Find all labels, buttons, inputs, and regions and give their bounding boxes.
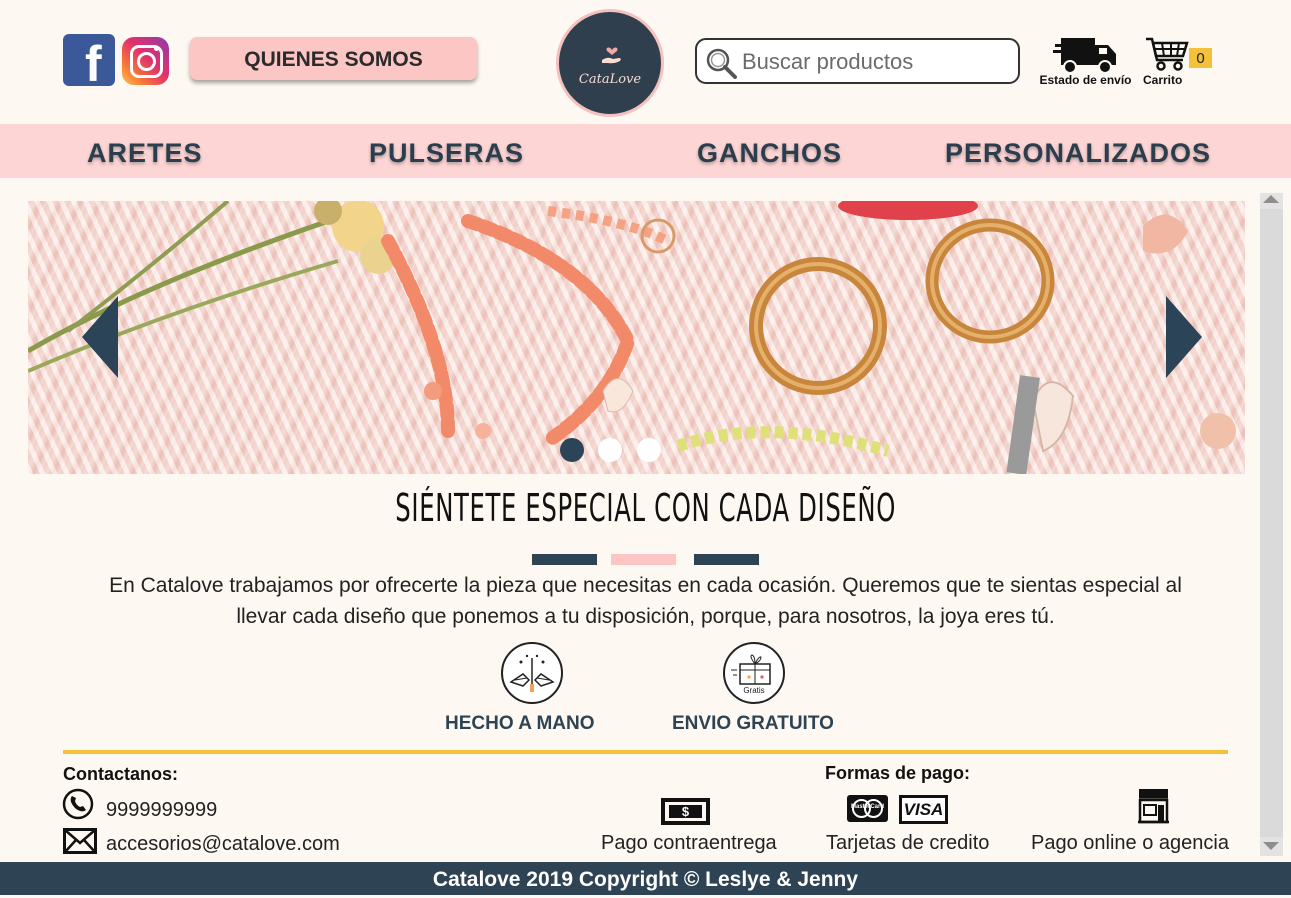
- handmade-icon: [501, 642, 563, 704]
- payment-cash-label: Pago contraentrega: [601, 832, 777, 854]
- cart-count-badge: 0: [1189, 48, 1212, 68]
- search-icon: [706, 48, 737, 79]
- instagram-icon[interactable]: [122, 37, 169, 85]
- free-shipping-icon-text: Gratis: [743, 686, 765, 695]
- nav-item-personalizados[interactable]: PERSONALIZADOS: [945, 138, 1211, 169]
- feature-label-free-shipping: ENVIO GRATUITO: [672, 713, 834, 734]
- divider-bar: [694, 554, 759, 565]
- logo-text: CataLove: [578, 72, 642, 87]
- heart-hand-icon: [602, 47, 621, 64]
- hero-slider: [28, 201, 1245, 474]
- payment-title: Formas de pago:: [825, 763, 971, 783]
- cash-icon: $: [661, 798, 710, 825]
- slider-prev-arrow[interactable]: [82, 296, 118, 378]
- scroll-down-arrow[interactable]: [1263, 842, 1279, 850]
- slider-next-arrow[interactable]: [1166, 296, 1202, 378]
- mastercard-icon: MasterCard: [847, 795, 888, 822]
- email-icon: [63, 828, 97, 854]
- facebook-icon[interactable]: f: [63, 34, 115, 90]
- logo[interactable]: CataLove: [556, 9, 664, 117]
- headline: SIÉNTETE ESPECIAL CON CADA DISEÑO: [395, 486, 897, 530]
- payment-online-label: Pago online o agencia: [1031, 832, 1229, 854]
- divider-bar: [532, 554, 597, 565]
- search-box[interactable]: [695, 38, 1020, 84]
- visa-icon: VISA: [899, 795, 948, 824]
- divider-bar: [611, 554, 676, 565]
- nav-item-aretes[interactable]: ARETES: [87, 138, 203, 169]
- description-line-2: llevar cada diseño que ponemos a tu disp…: [236, 605, 1055, 628]
- feature-label-handmade: HECHO A MANO: [445, 713, 595, 734]
- scrollbar-thumb[interactable]: [1260, 209, 1283, 837]
- slider-dot-2[interactable]: [598, 438, 622, 462]
- slider-dot-1[interactable]: [560, 438, 584, 462]
- section-divider: [63, 750, 1228, 754]
- description-line-1: En Catalove trabajamos por ofrecerte la …: [109, 574, 1182, 597]
- cart-button[interactable]: 0 Carrito: [1143, 36, 1213, 91]
- scroll-up-arrow[interactable]: [1263, 195, 1279, 203]
- jewelry-photo: [28, 201, 1236, 474]
- shipping-status-button[interactable]: Estado de envío: [1033, 36, 1138, 91]
- truck-icon: [1053, 38, 1116, 74]
- about-us-button[interactable]: QUIENES SOMOS: [190, 37, 477, 80]
- contact-title: Contactanos:: [63, 764, 179, 784]
- svg-text:$: $: [682, 804, 690, 819]
- nav-item-pulseras[interactable]: PULSERAS: [369, 138, 524, 169]
- cart-icon: [1146, 37, 1189, 71]
- email-address[interactable]: accesorios@catalove.com: [106, 833, 340, 856]
- mastercard-label: MasterCard: [850, 804, 884, 810]
- phone-icon: [62, 788, 94, 820]
- phone-number[interactable]: 9999999999: [106, 799, 217, 822]
- scrollbar[interactable]: [1260, 193, 1283, 856]
- visa-label: VISA: [903, 800, 944, 819]
- free-shipping-icon: Gratis: [723, 642, 785, 704]
- cart-label: Carrito: [1143, 73, 1183, 87]
- description: En Catalove trabajamos por ofrecerte la …: [50, 570, 1241, 632]
- store-icon: [1138, 789, 1169, 824]
- nav-item-ganchos[interactable]: GANCHOS: [697, 138, 842, 169]
- main-nav: ARETES PULSERAS GANCHOS PERSONALIZADOS: [0, 124, 1291, 178]
- search-input[interactable]: [740, 44, 1014, 80]
- copyright-bar: Catalove 2019 Copyright © Leslye & Jenny: [0, 862, 1291, 895]
- payment-card-label: Tarjetas de credito: [826, 832, 990, 854]
- slider-dot-3[interactable]: [637, 438, 661, 462]
- shipping-label: Estado de envío: [1039, 73, 1132, 87]
